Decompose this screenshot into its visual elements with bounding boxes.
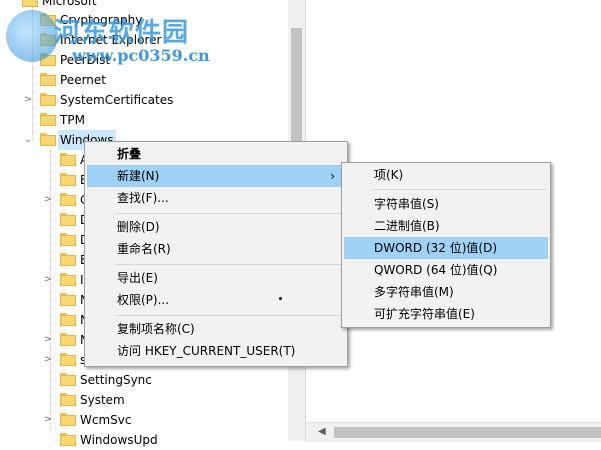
submenu-item-expandable-string-value[interactable]: 可扩充字符串值(E) xyxy=(344,303,548,325)
watermark-title: 河东软件园 xyxy=(54,18,190,48)
scrollbar-thumb[interactable] xyxy=(291,28,302,144)
submenu-item-dword-value[interactable]: DWORD (32 位)值(D) xyxy=(344,237,548,259)
new-submenu: 项(K) 字符串值(S) 二进制值(B) DWORD (32 位)值(D) QW… xyxy=(341,162,551,328)
folder-icon xyxy=(60,233,76,246)
folder-icon xyxy=(60,313,76,326)
menu-separator xyxy=(115,315,343,316)
submenu-item-string-value[interactable]: 字符串值(S) xyxy=(344,193,548,215)
submenu-item-qword-value[interactable]: QWORD (64 位)值(Q) xyxy=(344,259,548,281)
menu-item-new[interactable]: 新建(N) › xyxy=(87,165,345,187)
menu-item-export[interactable]: 导出(E) xyxy=(87,267,345,289)
folder-icon xyxy=(60,213,76,226)
menu-item-collapse[interactable]: 折叠 xyxy=(87,143,345,165)
menu-item-permissions[interactable]: 权限(P)... xyxy=(87,289,345,311)
folder-icon xyxy=(40,73,56,86)
menu-item-delete[interactable]: 删除(D) xyxy=(87,216,345,238)
folder-icon xyxy=(60,293,76,306)
folder-icon xyxy=(22,0,38,7)
menu-item-copy-key-name[interactable]: 复制项名称(C) xyxy=(87,318,345,340)
values-horizontal-scrollbar[interactable]: ◀ xyxy=(306,422,601,442)
submenu-item-multi-string-value[interactable]: 多字符串值(M) xyxy=(344,281,548,303)
folder-icon xyxy=(60,393,76,406)
mouse-cursor-dot xyxy=(279,297,282,300)
chevron-down-icon[interactable]: ⌄ xyxy=(22,130,34,150)
chevron-right-icon[interactable]: > xyxy=(22,90,34,110)
folder-icon xyxy=(40,93,56,106)
folder-icon xyxy=(60,333,76,346)
scrollbar-thumb[interactable] xyxy=(334,427,601,438)
watermark-url: www.pc0359.cn xyxy=(72,46,210,65)
folder-icon xyxy=(60,173,76,186)
folder-icon xyxy=(60,153,76,166)
submenu-arrow-icon: › xyxy=(330,169,335,183)
folder-icon xyxy=(40,133,56,146)
chevron-right-icon[interactable]: > xyxy=(42,270,54,290)
context-menu: 折叠 新建(N) › 查找(F)... 删除(D) 重命名(R) 导出(E) 权… xyxy=(84,141,348,367)
chevron-right-icon[interactable]: > xyxy=(42,410,54,430)
submenu-item-key[interactable]: 项(K) xyxy=(344,164,548,186)
folder-icon xyxy=(60,433,76,446)
folder-icon xyxy=(60,273,76,286)
chevron-right-icon[interactable]: > xyxy=(42,330,54,350)
folder-icon xyxy=(60,373,76,386)
menu-separator xyxy=(115,213,343,214)
folder-icon xyxy=(60,193,76,206)
submenu-item-binary-value[interactable]: 二进制值(B) xyxy=(344,215,548,237)
watermark: 河东软件园 www.pc0359.cn xyxy=(6,10,216,65)
folder-icon xyxy=(40,113,56,126)
folder-icon xyxy=(60,413,76,426)
folder-icon xyxy=(60,253,76,266)
menu-separator xyxy=(115,264,343,265)
chevron-right-icon[interactable]: > xyxy=(42,350,54,370)
menu-item-goto-hkcu[interactable]: 访问 HKEY_CURRENT_USER(T) xyxy=(87,340,345,362)
chevron-right-icon[interactable]: > xyxy=(42,190,54,210)
folder-icon xyxy=(60,353,76,366)
menu-item-find[interactable]: 查找(F)... xyxy=(87,187,345,209)
menu-item-rename[interactable]: 重命名(R) xyxy=(87,238,345,260)
scroll-left-icon[interactable]: ◀ xyxy=(318,426,326,437)
watermark-logo-icon xyxy=(6,10,58,62)
menu-separator xyxy=(372,189,546,190)
